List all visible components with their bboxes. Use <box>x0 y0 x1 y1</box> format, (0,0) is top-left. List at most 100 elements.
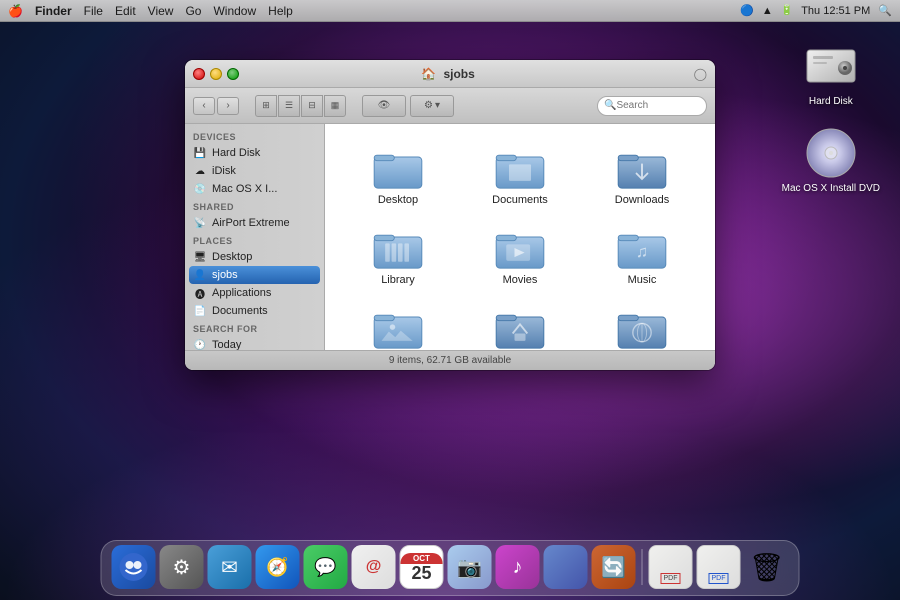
desktop-folder-icon <box>372 146 424 190</box>
dock-item-safari[interactable]: 🧭 <box>256 545 300 589</box>
sidebar-item-desktop[interactable]: 🖥 Desktop <box>185 248 324 266</box>
sidebar-header-places: PLACES <box>185 232 324 248</box>
finder-dock-icon <box>112 545 156 589</box>
back-button[interactable]: ‹ <box>193 97 215 115</box>
system-preferences-dock-icon: ⚙ <box>160 545 204 589</box>
content-area: Desktop Documents <box>325 124 715 350</box>
dock-item-itunes[interactable]: ♪ <box>496 545 540 589</box>
view-buttons: ⊞ ☰ ⊟ ▦ <box>255 95 346 117</box>
airport-icon: 📡 <box>193 216 207 230</box>
menu-window[interactable]: Window <box>213 4 256 18</box>
dock-item-address-book[interactable]: @ <box>352 545 396 589</box>
forward-button[interactable]: › <box>217 97 239 115</box>
spotlight-icon[interactable]: 🔍 <box>878 4 892 17</box>
folder-movies[interactable]: Movies <box>463 220 577 292</box>
maximize-button[interactable] <box>227 68 239 80</box>
documents-folder-label: Documents <box>492 194 548 206</box>
menubar-right: 🔵 ▲ 🔋 Thu 12:51 PM 🔍 <box>740 4 892 17</box>
sidebar-item-mac-os[interactable]: 💿 Mac OS X I... <box>185 180 324 198</box>
sidebar-item-idisk[interactable]: ☁ iDisk <box>185 162 324 180</box>
dock-item-pdf2[interactable]: PDF <box>697 545 741 589</box>
battery-icon: 🔋 <box>781 5 793 16</box>
dock-item-ichat[interactable]: 💬 <box>304 545 348 589</box>
music-folder-label: Music <box>628 274 657 286</box>
minimize-button[interactable] <box>210 68 222 80</box>
menu-finder[interactable]: Finder <box>35 4 72 18</box>
pictures-folder-icon <box>372 306 424 350</box>
hard-disk-sidebar-icon: 💾 <box>193 146 207 160</box>
trash-dock-icon: 🗑 <box>745 545 789 589</box>
time-machine-dock-icon: 🔄 <box>592 545 636 589</box>
dock: ⚙ ✉ 🧭 💬 @ OCT 25 📷 ♪ 🔄 PDF <box>101 540 800 596</box>
documents-folder-icon <box>494 146 546 190</box>
sidebar-header-shared: SHARED <box>185 198 324 214</box>
sidebar-item-documents[interactable]: 📄 Documents <box>185 302 324 320</box>
folder-downloads[interactable]: Downloads <box>585 140 699 212</box>
view-columns-button[interactable]: ⊟ <box>301 95 323 117</box>
bluetooth-icon: 🔵 <box>740 4 754 17</box>
safari-dock-icon: 🧭 <box>256 545 300 589</box>
hard-disk-image <box>805 40 857 92</box>
window-body: DEVICES 💾 Hard Disk ☁ iDisk 💿 Mac OS X I… <box>185 124 715 350</box>
pdf1-dock-icon: PDF <box>649 545 693 589</box>
window-collapse[interactable]: ◯ <box>694 67 707 81</box>
menubar-left: 🍎 Finder File Edit View Go Window Help <box>8 4 293 18</box>
menu-view[interactable]: View <box>148 4 174 18</box>
view-icon-button[interactable]: ⊞ <box>255 95 277 117</box>
address-book-dock-icon: @ <box>352 545 396 589</box>
downloads-folder-icon <box>616 146 668 190</box>
menu-help[interactable]: Help <box>268 4 293 18</box>
action-button[interactable]: 👁 <box>362 95 406 117</box>
sidebar-item-sjobs[interactable]: 👤 sjobs <box>189 266 320 284</box>
view-cover-button[interactable]: ▦ <box>324 95 346 117</box>
menu-file[interactable]: File <box>84 4 103 18</box>
hard-disk-icon[interactable]: Hard Disk <box>805 40 857 107</box>
music-folder-icon: ♫ <box>616 226 668 270</box>
sidebar-header-devices: DEVICES <box>185 128 324 144</box>
folder-music[interactable]: ♫ Music <box>585 220 699 292</box>
folder-public[interactable]: Public <box>463 300 577 350</box>
sidebar-item-today[interactable]: 🕐 Today <box>185 336 324 350</box>
search-input[interactable] <box>616 100 696 111</box>
documents-sidebar-icon: 📄 <box>193 304 207 318</box>
search-icon: 🔍 <box>604 100 616 111</box>
apple-menu[interactable]: 🍎 <box>8 4 23 18</box>
dvd-icon[interactable]: Mac OS X Install DVD <box>782 127 880 194</box>
folder-library[interactable]: Library <box>341 220 455 292</box>
view-list-button[interactable]: ☰ <box>278 95 300 117</box>
dock-item-spaces[interactable] <box>544 545 588 589</box>
status-text: 9 items, 62.71 GB available <box>389 355 511 366</box>
folder-desktop[interactable]: Desktop <box>341 140 455 212</box>
dock-item-trash[interactable]: 🗑 <box>745 545 789 589</box>
library-folder-icon <box>372 226 424 270</box>
dvd-image <box>805 127 857 179</box>
finder-window: 🏠 sjobs ◯ ‹ › ⊞ ☰ ⊟ ▦ 👁 ⚙ ▾ 🔍 <box>185 60 715 370</box>
library-folder-label: Library <box>381 274 415 286</box>
folder-pictures[interactable]: Pictures <box>341 300 455 350</box>
action-settings-button[interactable]: ⚙ ▾ <box>410 95 454 117</box>
dock-item-finder[interactable] <box>112 545 156 589</box>
dock-item-system-preferences[interactable]: ⚙ <box>160 545 204 589</box>
desktop-sidebar-icon: 🖥 <box>193 250 207 264</box>
dock-item-time-machine[interactable]: 🔄 <box>592 545 636 589</box>
menu-go[interactable]: Go <box>185 4 201 18</box>
menu-edit[interactable]: Edit <box>115 4 136 18</box>
ical-dock-icon: OCT 25 <box>400 545 444 589</box>
nav-buttons: ‹ › <box>193 97 239 115</box>
wifi-icon: ▲ <box>762 5 773 17</box>
mail-dock-icon: ✉ <box>208 545 252 589</box>
dock-item-mail[interactable]: ✉ <box>208 545 252 589</box>
close-button[interactable] <box>193 68 205 80</box>
sidebar-item-airport[interactable]: 📡 AirPort Extreme <box>185 214 324 232</box>
dock-item-pdf1[interactable]: PDF <box>649 545 693 589</box>
folder-documents[interactable]: Documents <box>463 140 577 212</box>
toolbar: ‹ › ⊞ ☰ ⊟ ▦ 👁 ⚙ ▾ 🔍 <box>185 88 715 124</box>
sidebar-item-applications[interactable]: 🅐 Applications <box>185 284 324 302</box>
dock-item-ical[interactable]: OCT 25 <box>400 545 444 589</box>
folder-sites[interactable]: Sites <box>585 300 699 350</box>
search-box[interactable]: 🔍 <box>597 96 707 116</box>
sidebar-item-hard-disk[interactable]: 💾 Hard Disk <box>185 144 324 162</box>
gear-icon: ⚙ <box>424 100 433 111</box>
dock-item-iphoto[interactable]: 📷 <box>448 545 492 589</box>
menubar: 🍎 Finder File Edit View Go Window Help 🔵… <box>0 0 900 22</box>
